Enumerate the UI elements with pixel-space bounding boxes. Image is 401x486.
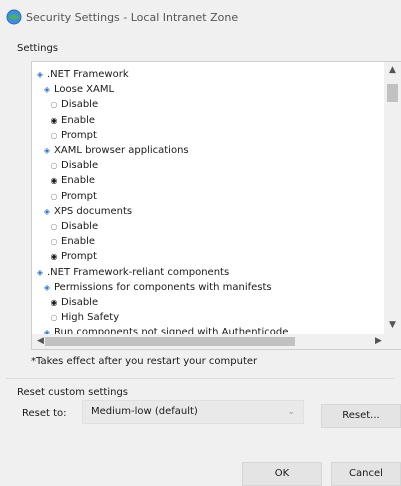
tree-category[interactable]: ◈ .NET Framework <box>35 67 129 82</box>
tree-item-label: XAML browser applications <box>54 145 189 156</box>
scroll-up-icon[interactable]: ▲ <box>384 65 401 75</box>
tree-category[interactable]: ◈ Permissions for components with manifes… <box>42 280 272 295</box>
ok-button[interactable]: OK <box>242 462 322 486</box>
radio-unselected-icon: ○ <box>50 313 58 323</box>
reset-button[interactable]: Reset... <box>321 404 401 428</box>
category-icon: ◈ <box>36 267 44 277</box>
globe-shield-icon <box>6 9 22 25</box>
tree-option[interactable]: ◉ Prompt <box>49 249 97 264</box>
chevron-down-icon: ⌄ <box>287 407 295 417</box>
reset-level-select[interactable]: Medium-low (default) ⌄ <box>82 400 304 424</box>
tree-item-label: Prompt <box>61 129 97 141</box>
tree-item-label: High Safety <box>61 312 120 324</box>
radio-unselected-icon: ○ <box>50 237 58 247</box>
radio-unselected-icon: ○ <box>50 191 58 201</box>
tree-category[interactable]: ◈ .NET Framework-reliant components <box>35 265 229 280</box>
tree-item-label: Prompt <box>61 190 97 202</box>
tree-item-label: XPS documents <box>54 205 133 217</box>
window-title: Security Settings - Local Intranet Zone <box>26 11 239 24</box>
tree-option[interactable]: ◉ Enable <box>49 113 96 128</box>
horizontal-scroll-thumb[interactable] <box>45 337 295 346</box>
tree-item-label: Disable <box>61 99 99 111</box>
vertical-scroll-thumb[interactable] <box>387 84 398 102</box>
tree-option[interactable]: ◉ Enable <box>49 173 96 188</box>
category-icon: ◈ <box>43 206 51 216</box>
tree-option[interactable]: ○ High Safety <box>49 310 120 325</box>
reset-to-label: Reset to: <box>22 408 67 419</box>
tree-option[interactable]: ○ Disable <box>49 158 99 173</box>
tree-item-label: Prompt <box>61 251 97 263</box>
category-icon: ◈ <box>43 282 51 292</box>
tree-category[interactable]: ◈ XAML browser applications <box>42 143 189 158</box>
radio-unselected-icon: ○ <box>50 222 58 231</box>
horizontal-scrollbar[interactable]: ◀ ▶ <box>32 334 401 349</box>
tree-item-label: Enable <box>61 114 96 126</box>
category-icon: ◈ <box>36 70 44 79</box>
radio-selected-icon: ◉ <box>50 115 58 125</box>
radio-unselected-icon: ○ <box>50 100 58 110</box>
settings-tree-list: ◈ .NET Framework ◈ Loose XAML ○ Disable ◉ Enabl… <box>32 62 386 336</box>
tree-item-label: Enable <box>61 236 96 248</box>
tree-option[interactable]: ○ Disable <box>49 219 99 234</box>
tree-option[interactable]: ○ Disable <box>49 97 99 112</box>
settings-tree[interactable]: ◈ .NET Framework ◈ Loose XAML ○ Disable ◉ Enabl… <box>31 61 401 350</box>
tree-option[interactable]: ○ Prompt <box>49 189 97 204</box>
tree-item-label: Disable <box>61 160 99 172</box>
tree-item-label: Enable <box>61 175 96 187</box>
settings-label: Settings <box>17 43 59 54</box>
vertical-scrollbar[interactable]: ▲ ▼ <box>384 62 401 336</box>
category-icon: ◈ <box>43 85 51 95</box>
tree-category[interactable]: ◈ Loose XAML <box>42 82 114 97</box>
tree-option[interactable]: ○ Enable <box>49 234 96 249</box>
restart-note: *Takes effect after you restart your com… <box>31 356 258 367</box>
scroll-down-icon[interactable]: ▼ <box>384 320 401 330</box>
tree-item-label: Permissions for components with manifest… <box>54 281 272 293</box>
tree-item-label: Disable <box>61 297 99 308</box>
tree-item-label: Disable <box>61 221 99 232</box>
tree-option[interactable]: ◉ Disable <box>49 295 99 310</box>
reset-level-value: Medium-low (default) <box>91 406 198 417</box>
category-icon: ◈ <box>43 146 51 155</box>
reset-section-label: Reset custom settings <box>17 387 128 398</box>
radio-selected-icon: ◉ <box>50 252 58 262</box>
radio-unselected-icon: ○ <box>50 161 58 171</box>
tree-item-label: Loose XAML <box>54 84 115 96</box>
tree-item-label: .NET Framework-reliant components <box>47 266 230 278</box>
tree-option[interactable]: ○ Prompt <box>49 128 97 143</box>
tree-item-label: .NET Framework <box>47 69 129 80</box>
scroll-right-icon[interactable]: ▶ <box>370 336 387 346</box>
section-divider <box>6 378 395 379</box>
radio-selected-icon: ◉ <box>50 176 58 186</box>
title-bar: Security Settings - Local Intranet Zone <box>0 0 401 34</box>
tree-category[interactable]: ◈ XPS documents <box>42 204 132 219</box>
cancel-button[interactable]: Cancel <box>331 462 401 486</box>
radio-selected-icon: ◉ <box>50 298 58 307</box>
radio-unselected-icon: ○ <box>50 130 58 140</box>
